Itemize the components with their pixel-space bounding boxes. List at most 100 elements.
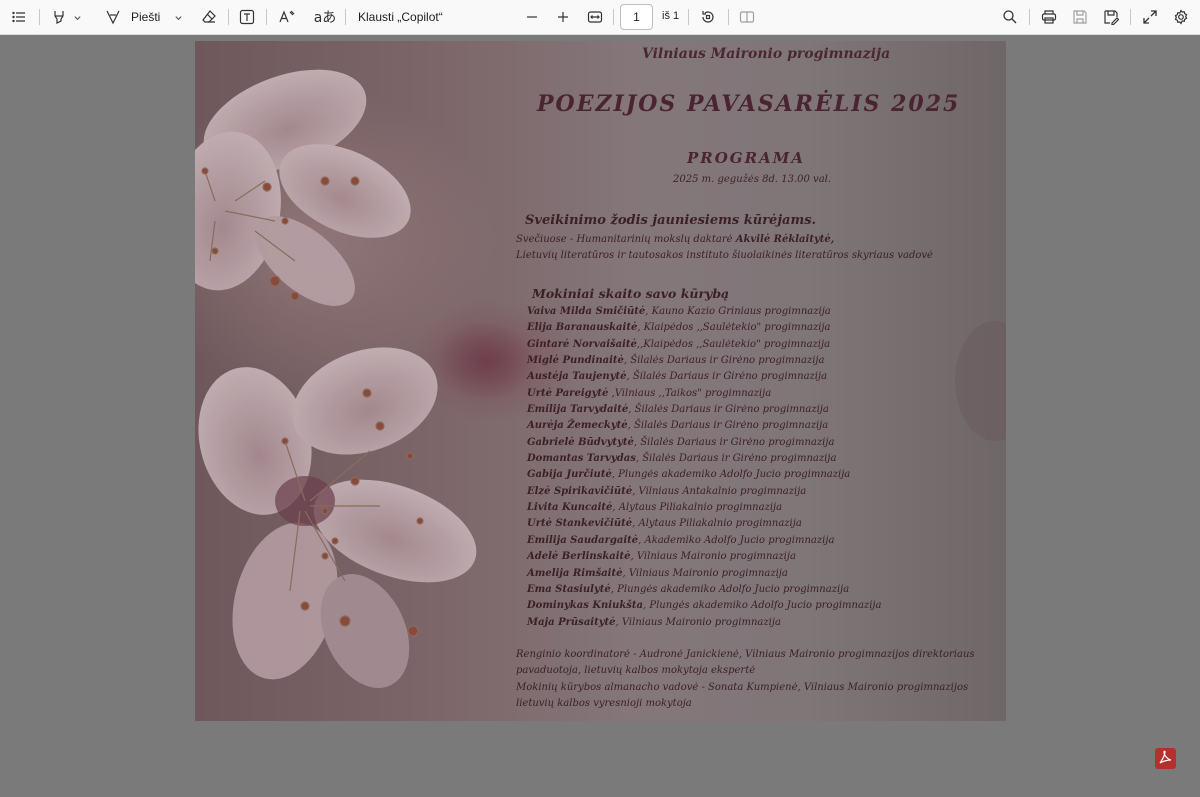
fit-width-icon [587, 9, 603, 25]
page-count: iš 1 [662, 10, 680, 22]
fit-width-button[interactable] [584, 5, 606, 29]
two-page-icon [739, 9, 755, 25]
student-school: ,Vilniaus ,,Taikos" progimnazija [608, 387, 772, 399]
separator [228, 9, 229, 25]
zoom-out-button[interactable] [521, 5, 543, 29]
student-name: Elzė Spirikavičiūtė [527, 485, 633, 497]
student-school: , Kauno Kazio Griniaus progimnazija [645, 306, 831, 317]
page-number-input[interactable] [620, 4, 653, 30]
print-icon [1041, 9, 1057, 25]
student-school: , Vilniaus Antakalnio progimnazija [632, 485, 807, 497]
student-name: Gabrielė Būdvytytė [527, 436, 634, 448]
student-name: Urtė Pareigytė [527, 387, 609, 399]
student-school: , Šilalės Dariaus ir Girėno progimnazija [627, 420, 829, 432]
list-item: Adelė Berlinskaitė, Vilniaus Maironio pr… [527, 549, 881, 565]
print-button[interactable] [1038, 5, 1060, 29]
pen-icon [104, 9, 122, 25]
guest-line: Svečiuose - Humanitarinių mokslų daktarė… [516, 234, 835, 245]
list-item: Urtė Stankevičiūtė, Alytaus Piliakalnio … [527, 516, 881, 532]
almanac-line: lietuvių kalbos vyresnioji mokytoja [516, 698, 692, 709]
list-icon [11, 9, 27, 25]
list-item: Gabija Jurčiutė, Plungės akademiko Adolf… [527, 467, 881, 483]
acrobat-button[interactable] [1155, 748, 1176, 769]
minus-icon [525, 10, 539, 24]
list-item: Elzė Spirikavičiūtė, Vilniaus Antakalnio… [527, 484, 881, 500]
list-item: Domantas Tarvydas, Šilalės Dariaus ir Gi… [527, 451, 881, 467]
student-school: , Plungės akademiko Adolfo Jucio progimn… [611, 469, 851, 481]
student-name: Vaiva Milda Smičiūtė [527, 306, 646, 317]
text-button[interactable] [236, 5, 258, 29]
list-item: Livita Kuncaitė, Alytaus Piliakalnio pro… [527, 500, 881, 516]
separator [688, 9, 689, 25]
zoom-in-button[interactable] [552, 5, 574, 29]
list-item: Gabrielė Būdvytytė, Šilalės Dariaus ir G… [527, 435, 881, 451]
student-school: , Vilniaus Maironio progimnazija [630, 551, 796, 563]
student-school: , Šilalės Dariaus ir Girėno progimnazija [623, 355, 825, 367]
student-name: Gintarė Norvaišaitė [527, 338, 637, 350]
separator [345, 9, 346, 25]
student-name: Adelė Berlinskaitė [527, 551, 631, 563]
contents-button[interactable] [8, 5, 30, 29]
list-item: Emilija Tarvydaitė, Šilalės Dariaus ir G… [527, 402, 881, 418]
student-name: Gabija Jurčiutė [527, 469, 612, 481]
student-school: , Akademiko Adolfo Jucio progimnazija [638, 534, 835, 546]
separator [1130, 9, 1131, 25]
rotate-button[interactable] [697, 5, 719, 29]
save-as-button[interactable] [1100, 5, 1122, 29]
student-name: Emilija Tarvydaitė [527, 404, 629, 416]
list-item: Elija Baranauskaitė, Klaipėdos ,,Saulėte… [527, 320, 881, 336]
program-heading: PROGRAMA [687, 149, 805, 167]
student-school: , Plungės akademiko Adolfo Jucio progimn… [610, 583, 850, 595]
text-box-icon [239, 9, 255, 25]
two-page-button[interactable] [736, 5, 758, 29]
student-name: Aurėja Žemeckytė [527, 420, 628, 432]
student-name: Emilija Saudargaitė [527, 534, 639, 546]
highlight-button[interactable] [46, 5, 86, 29]
erase-button[interactable] [198, 5, 220, 29]
copilot-button[interactable]: Klausti „Copilot“ [352, 5, 456, 29]
list-item: Gintarė Norvaišaitė,,Klaipėdos ,,Saulėte… [527, 337, 881, 353]
student-name: Elija Baranauskaitė [527, 322, 638, 334]
student-name: Domantas Tarvydas [527, 453, 636, 465]
highlighter-icon [51, 9, 67, 25]
list-item: Amelija Rimšaitė, Vilniaus Maironio prog… [527, 566, 881, 582]
settings-button[interactable] [1170, 5, 1192, 29]
fullscreen-button[interactable] [1139, 5, 1161, 29]
list-item: Austėja Taujenytė, Šilalės Dariaus ir Gi… [527, 369, 881, 385]
list-item: Urtė Pareigytė ,Vilniaus ,,Taikos" progi… [527, 386, 881, 402]
student-name: Maja Prūsaitytė [527, 616, 616, 628]
student-school: ,,Klaipėdos ,,Saulėtekio" progimnazija [636, 338, 831, 350]
list-item: Maja Prūsaitytė, Vilniaus Maironio progi… [527, 615, 881, 631]
read-aloud-icon [278, 9, 296, 25]
separator [728, 9, 729, 25]
event-date: 2025 m. gegužės 8d. 13.00 val. [673, 174, 832, 185]
students-list: Vaiva Milda Smičiūtė, Kauno Kazio Grinia… [527, 304, 881, 631]
student-school: , Alytaus Piliakalnio progimnazija [632, 518, 802, 530]
save-button[interactable] [1069, 5, 1091, 29]
draw-button[interactable]: Piešti [104, 5, 186, 29]
translate-button[interactable]: aあ [313, 5, 337, 29]
coordinator-line: pavaduotoja, lietuvių kalbos mokytoja ek… [516, 665, 756, 676]
read-aloud-button[interactable] [276, 5, 298, 29]
separator [266, 9, 267, 25]
separator [39, 9, 40, 25]
search-icon [1002, 9, 1018, 25]
guest-affiliation: Lietuvių literatūros ir tautosakos insti… [516, 250, 933, 261]
acrobat-icon [1155, 748, 1176, 773]
student-school: , Šilalės Dariaus ir Girėno progimnazija [635, 453, 837, 465]
student-school: , Vilniaus Maironio progimnazija [615, 616, 781, 628]
event-title: POEZIJOS PAVASARĖLIS 2025 [537, 91, 961, 117]
plus-icon [556, 10, 570, 24]
almanac-line: Mokinių kūrybos almanacho vadovė - Sonat… [516, 682, 969, 693]
student-school: , Alytaus Piliakalnio progimnazija [612, 502, 783, 514]
save-as-icon [1103, 9, 1119, 25]
student-name: Amelija Rimšaitė [527, 567, 623, 579]
chevron-down-icon [73, 13, 82, 22]
rotate-icon [700, 9, 716, 25]
student-name: Urtė Stankevičiūtė [527, 518, 633, 530]
list-item: Emilija Saudargaitė, Akademiko Adolfo Ju… [527, 533, 881, 549]
search-button[interactable] [999, 5, 1021, 29]
program-text: Vilniaus Maironio progimnazija POEZIJOS … [195, 41, 1006, 721]
pdf-page: Vilniaus Maironio progimnazija POEZIJOS … [195, 41, 1006, 721]
student-school: , Plungės akademiko Adolfo Jucio progimn… [643, 600, 882, 612]
